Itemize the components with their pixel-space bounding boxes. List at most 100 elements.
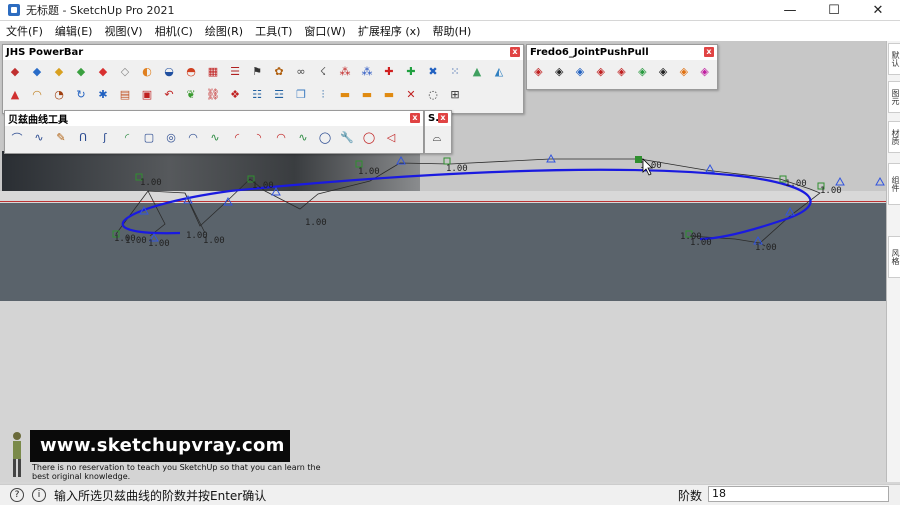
toolbar-title[interactable]: S.. x (425, 111, 451, 126)
toolbar-title[interactable]: JHS PowerBar x (3, 45, 523, 60)
free-pushpull-icon[interactable]: ◈ (696, 63, 713, 81)
rectangle-curve-icon[interactable]: ▢ (140, 129, 158, 147)
menu-camera[interactable]: 相机(C) (149, 23, 199, 39)
cross-red-icon[interactable]: ✚ (380, 63, 398, 81)
menu-window[interactable]: 窗口(W) (298, 23, 351, 39)
grid-select-icon[interactable]: ⊞ (446, 86, 464, 104)
box-blue-icon[interactable]: ◆ (28, 63, 46, 81)
gradient-icon[interactable]: ◭ (490, 63, 508, 81)
tray-tab-styles[interactable]: 风格 (888, 236, 900, 278)
stair-icon[interactable]: ⫶ (314, 86, 332, 104)
leaf-icon[interactable]: ◁ (382, 129, 400, 147)
arc-open-icon[interactable]: ◠ (184, 129, 202, 147)
bezier-spline-icon[interactable]: ∿ (30, 129, 48, 147)
dots-grid-icon[interactable]: ⁙ (446, 63, 464, 81)
bezier-classic-icon[interactable]: ⌒ (8, 129, 26, 147)
curve-red-icon[interactable]: ◜ (228, 129, 246, 147)
stack-icon[interactable]: ☰ (226, 63, 244, 81)
scatter-red-icon[interactable]: ⁂ (336, 63, 354, 81)
triangle-icon[interactable]: ▲ (468, 63, 486, 81)
box-green-icon[interactable]: ◆ (72, 63, 90, 81)
follow-icon[interactable]: ◓ (182, 63, 200, 81)
twist-icon[interactable]: ❖ (226, 86, 244, 104)
gear-fan-icon[interactable]: ✿ (270, 63, 288, 81)
pie-icon[interactable]: ◔ (50, 86, 68, 104)
edge-tool-icon[interactable]: ⌓ (428, 129, 446, 147)
joint-pushpull-icon[interactable]: ◈ (530, 63, 547, 81)
wrench-icon[interactable]: 🔧 (338, 129, 356, 147)
follow-pushpull-icon[interactable]: ◈ (613, 63, 630, 81)
toolbar-close-button[interactable]: x (510, 47, 520, 57)
menu-tools[interactable]: 工具(T) (249, 23, 298, 39)
bar-orange3-icon[interactable]: ▬ (380, 86, 398, 104)
grid-red-icon[interactable]: ▦ (204, 63, 222, 81)
chain-icon[interactable]: ⛓ (204, 86, 222, 104)
circle-dashed-icon[interactable]: ◌ (424, 86, 442, 104)
curve-red3-icon[interactable]: ◠ (272, 129, 290, 147)
maximize-button[interactable]: ☐ (812, 0, 856, 20)
segment-midpoints[interactable] (139, 153, 885, 245)
arc-curve-icon[interactable]: ◜ (118, 129, 136, 147)
catmull-icon[interactable]: ʃ (96, 129, 114, 147)
brick-icon[interactable]: ▤ (116, 86, 134, 104)
bar-orange2-icon[interactable]: ▬ (358, 86, 376, 104)
push-icon[interactable]: ◒ (160, 63, 178, 81)
thicken-pushpull-icon[interactable]: ◈ (634, 63, 651, 81)
toolbar-close-button[interactable]: x (410, 113, 420, 123)
bar-orange-icon[interactable]: ▬ (336, 86, 354, 104)
toolbar-close-button[interactable]: x (704, 47, 714, 57)
polygon-curve-icon[interactable]: ◯ (316, 129, 334, 147)
array-icon[interactable]: ☷ (248, 86, 266, 104)
polyline-icon[interactable]: ∿ (294, 129, 312, 147)
bezier-curve[interactable] (121, 168, 812, 241)
toolbar-title[interactable]: 贝兹曲线工具 x (5, 111, 423, 126)
cross-green-icon[interactable]: ✚ (402, 63, 420, 81)
normal-pushpull-icon[interactable]: ◈ (572, 63, 589, 81)
menu-draw[interactable]: 绘图(R) (199, 23, 249, 39)
arc-icon[interactable]: ◠ (28, 86, 46, 104)
curve-red2-icon[interactable]: ◝ (250, 129, 268, 147)
vector-pushpull-icon[interactable]: ◈ (551, 63, 568, 81)
extrude-pushpull-icon[interactable]: ◈ (592, 63, 609, 81)
bezier-edit-icon[interactable]: ✎ (52, 129, 70, 147)
tray-tab-materials[interactable]: 材质 (888, 121, 900, 153)
window-red-icon[interactable]: ▣ (138, 86, 156, 104)
menu-edit[interactable]: 编辑(E) (49, 23, 99, 39)
round-pushpull-icon[interactable]: ◈ (655, 63, 672, 81)
plant-icon[interactable]: ❦ (182, 86, 200, 104)
toolbar-close-button[interactable]: x (438, 113, 448, 123)
link-icon[interactable]: ∞ (292, 63, 310, 81)
measurements-input[interactable]: 18 (708, 486, 889, 502)
cycle-icon[interactable]: ↻ (72, 86, 90, 104)
tray-tab-entity[interactable]: 图元 (888, 81, 900, 113)
tray-tab-components[interactable]: 组件 (888, 163, 900, 205)
radial-pushpull-icon[interactable]: ◈ (675, 63, 692, 81)
scatter-blue-icon[interactable]: ⁂ (358, 63, 376, 81)
bspline-icon[interactable]: ᑎ (74, 129, 92, 147)
menu-view[interactable]: 视图(V) (98, 23, 148, 39)
flag-icon[interactable]: ⚑ (248, 63, 266, 81)
star-icon[interactable]: ✱ (94, 86, 112, 104)
zigzag-icon[interactable]: ∿ (206, 129, 224, 147)
cross-blue-icon[interactable]: ✖ (424, 63, 442, 81)
menu-file[interactable]: 文件(F) (0, 23, 49, 39)
triangle-red-icon[interactable]: ▲ (6, 86, 24, 104)
control-points[interactable] (112, 157, 825, 238)
tray-tab-default[interactable]: 默认 (888, 43, 900, 75)
minimize-button[interactable]: — (768, 0, 812, 20)
box-yellow-icon[interactable]: ◆ (50, 63, 68, 81)
align-icon[interactable]: ☲ (270, 86, 288, 104)
curve-tool-icon[interactable]: ☇ (314, 63, 332, 81)
rotate-icon[interactable]: ◐ (138, 63, 156, 81)
menu-extensions[interactable]: 扩展程序 (x) (352, 23, 427, 39)
delete-icon[interactable]: ✕ (402, 86, 420, 104)
circle-red-icon[interactable]: ◯ (360, 129, 378, 147)
help-icon[interactable]: ? (10, 488, 24, 502)
spiral-icon[interactable]: ◎ (162, 129, 180, 147)
close-button[interactable]: ✕ (856, 0, 900, 20)
copy-icon[interactable]: ❐ (292, 86, 310, 104)
undo-icon[interactable]: ↶ (160, 86, 178, 104)
eraser-icon[interactable]: ◇ (116, 63, 134, 81)
explode-icon[interactable]: ◆ (6, 63, 24, 81)
info-icon[interactable]: i (32, 488, 46, 502)
